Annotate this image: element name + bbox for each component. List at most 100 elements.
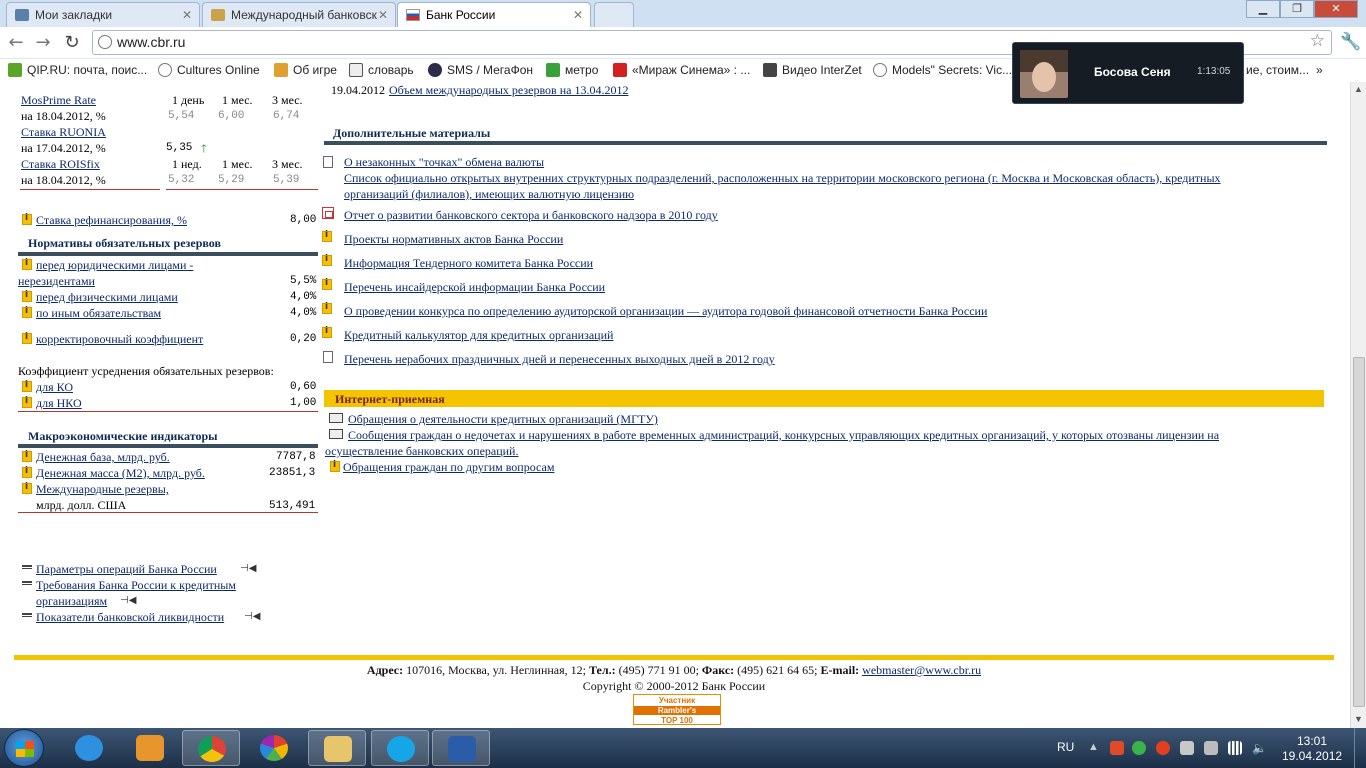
- ruonia-link[interactable]: Ставка RUONIA: [21, 125, 106, 140]
- tab-bank-of-russia[interactable]: Банк России ✕: [397, 2, 591, 28]
- info-icon: [330, 460, 340, 472]
- reception-heading: Интернет-приемная: [335, 392, 445, 406]
- new-tab-button[interactable]: [594, 2, 634, 27]
- url-text: www.cbr.ru: [117, 34, 186, 50]
- network-signal-icon[interactable]: [1228, 741, 1242, 755]
- material-auditor-contest-link[interactable]: О проведении конкурса по определению ауд…: [344, 304, 987, 319]
- app-tray-icon[interactable]: [1110, 741, 1124, 755]
- close-tab-icon[interactable]: ✕: [573, 8, 583, 22]
- international-reserves-link[interactable]: Международные резервы,: [36, 482, 169, 497]
- taskbar-picasa[interactable]: [245, 730, 303, 766]
- close-tab-icon[interactable]: ✕: [378, 8, 388, 22]
- material-branches-list-link-cont[interactable]: организаций (филиалов), имеющих валютную…: [344, 187, 634, 202]
- more-bookmarks-icon[interactable]: »: [1316, 63, 1323, 77]
- reserve-nonresidents-link-cont[interactable]: нерезидентами: [18, 274, 95, 289]
- minimize-icon[interactable]: ▁: [1246, 0, 1280, 18]
- internet-explorer-icon: [75, 735, 103, 761]
- monetary-base-link[interactable]: Денежная база, млрд. руб.: [36, 450, 170, 465]
- bookmark-sms-megafon[interactable]: SMS / МегаФон: [428, 63, 533, 77]
- bookmark-truncated[interactable]: ие, стоим...: [1246, 63, 1309, 77]
- cbr-icon: [406, 9, 420, 21]
- bookmark-dictionary[interactable]: словарь: [349, 63, 414, 77]
- taskbar-word[interactable]: [432, 730, 490, 766]
- contact-notification-popup[interactable]: Босова Сеня 1:13:05: [1012, 42, 1244, 104]
- reserve-individuals-link[interactable]: перед физическими лицами: [36, 290, 178, 305]
- roisfix-header-1: 1 нед.: [172, 157, 202, 171]
- forward-icon[interactable]: →: [33, 33, 53, 53]
- tab-my-bookmarks[interactable]: Мои закладки ✕: [6, 2, 200, 27]
- material-branches-list-link[interactable]: Список официально открытых внутренних ст…: [344, 171, 1221, 186]
- bookmark-star-icon[interactable]: ☆: [1310, 31, 1325, 51]
- action-center-icon[interactable]: [1180, 741, 1194, 755]
- warning-tray-icon[interactable]: [1156, 741, 1170, 755]
- bookmark-mirage-cinema[interactable]: «Мираж Синема» : ...: [613, 63, 750, 77]
- bookmark-cultures-online[interactable]: Cultures Online: [158, 63, 260, 77]
- reload-icon[interactable]: ↻: [62, 33, 82, 53]
- material-exchange-points-link[interactable]: О незаконных "точках" обмена валюты: [344, 155, 544, 170]
- averaging-nko-link[interactable]: для НКО: [36, 396, 82, 411]
- avatar: [1020, 50, 1068, 98]
- scroll-thumb[interactable]: [1353, 357, 1365, 707]
- correction-coefficient-link[interactable]: корректировочный коэффициент: [36, 332, 203, 347]
- show-desktop-button[interactable]: [1354, 728, 1366, 768]
- scroll-down-icon[interactable]: ▼: [1354, 714, 1363, 724]
- system-clock[interactable]: 13:01 19.04.2012: [1282, 734, 1342, 764]
- back-icon[interactable]: ←: [6, 33, 26, 53]
- close-tab-icon[interactable]: ✕: [182, 8, 192, 22]
- material-report-2010-link[interactable]: Отчет о развитии банковского сектора и б…: [344, 208, 718, 223]
- section-divider: [18, 252, 318, 256]
- start-button[interactable]: [4, 729, 44, 767]
- page-scrollbar[interactable]: ▲ ▼: [1350, 82, 1366, 728]
- divider: [166, 189, 318, 190]
- show-hidden-icons-icon[interactable]: ▲: [1088, 741, 1102, 755]
- material-insider-info-link[interactable]: Перечень инсайдерской информации Банка Р…: [344, 280, 605, 295]
- money-supply-link[interactable]: Денежная масса (М2), млрд. руб.: [36, 466, 205, 481]
- reserve-nonresidents-link[interactable]: перед юридическими лицами -: [36, 258, 193, 273]
- bookmark-metro[interactable]: метро: [546, 63, 598, 77]
- avatar-face: [1032, 62, 1056, 92]
- reception-other-questions-link[interactable]: Обращения граждан по другим вопросам: [343, 460, 554, 475]
- reserve-other-link[interactable]: по иным обязательствам: [36, 306, 161, 321]
- reception-complaints-link-cont[interactable]: осуществление банковских операций.: [325, 444, 518, 459]
- qip-tray-icon[interactable]: [1132, 741, 1146, 755]
- material-tender-committee-link[interactable]: Информация Тендерного комитета Банка Рос…: [344, 256, 593, 271]
- bookmark-video-interzet[interactable]: Видео InterZet: [763, 63, 862, 77]
- requirements-link-cont[interactable]: организациям: [36, 594, 107, 609]
- wrench-icon[interactable]: 🔧: [1340, 32, 1361, 52]
- rambler-line-1: Участник: [658, 696, 696, 705]
- roisfix-link[interactable]: Ставка ROISfix: [21, 157, 100, 172]
- rambler-top100-badge[interactable]: Участник Rambler's TOP 100: [633, 694, 721, 725]
- bookmark-qip[interactable]: QIP.RU: почта, поис...: [8, 63, 147, 77]
- taskbar-chrome[interactable]: [182, 730, 240, 766]
- taskbar-internet-explorer[interactable]: [60, 730, 118, 766]
- bookmark-models-secrets[interactable]: Models" Secrets: Vic...: [873, 63, 1012, 77]
- taskbar-skype[interactable]: [371, 730, 429, 766]
- info-icon: [322, 254, 332, 266]
- phone-label: Тел.:: [588, 663, 616, 677]
- bookmark-about-game[interactable]: Об игре: [274, 63, 337, 77]
- scroll-up-icon[interactable]: ▲: [1354, 84, 1363, 94]
- averaging-ko-link[interactable]: для КО: [36, 380, 73, 395]
- material-draft-acts-link[interactable]: Проекты нормативных актов Банка России: [344, 232, 563, 247]
- material-credit-calculator-link[interactable]: Кредитный калькулятор для кредитных орга…: [344, 328, 613, 343]
- volume-icon[interactable]: 🔈: [1252, 741, 1267, 755]
- operations-params-link[interactable]: Параметры операций Банка России: [36, 562, 217, 577]
- reception-complaints-link[interactable]: Сообщения граждан о недочетах и нарушени…: [348, 428, 1219, 443]
- taskbar-explorer[interactable]: [308, 730, 366, 766]
- tab-international-banking[interactable]: Международный банковск ✕: [202, 2, 396, 27]
- email-link[interactable]: webmaster@www.cbr.ru: [862, 663, 981, 677]
- game-icon: [274, 63, 288, 77]
- device-tray-icon[interactable]: [1204, 741, 1218, 755]
- taskbar-media-player[interactable]: [121, 730, 179, 766]
- section-divider: [18, 444, 318, 448]
- mosprime-link[interactable]: MosPrime Rate: [21, 93, 96, 108]
- news-reserves-link[interactable]: Объем международных резервов на 13.04.20…: [389, 83, 628, 98]
- refinancing-rate-link[interactable]: Ставка рефинансирования, %: [36, 213, 187, 228]
- close-window-icon[interactable]: ✕: [1314, 0, 1358, 18]
- material-holidays-2012-link[interactable]: Перечень нерабочих праздничных дней и пе…: [344, 352, 775, 367]
- reception-mgtu-link[interactable]: Обращения о деятельности кредитных орган…: [348, 412, 658, 427]
- requirements-link[interactable]: Требования Банка России к кредитным: [36, 578, 236, 593]
- liquidity-indicators-link[interactable]: Показатели банковской ликвидности: [36, 610, 224, 625]
- language-indicator[interactable]: RU: [1057, 740, 1074, 754]
- maximize-icon[interactable]: ❐: [1280, 0, 1314, 18]
